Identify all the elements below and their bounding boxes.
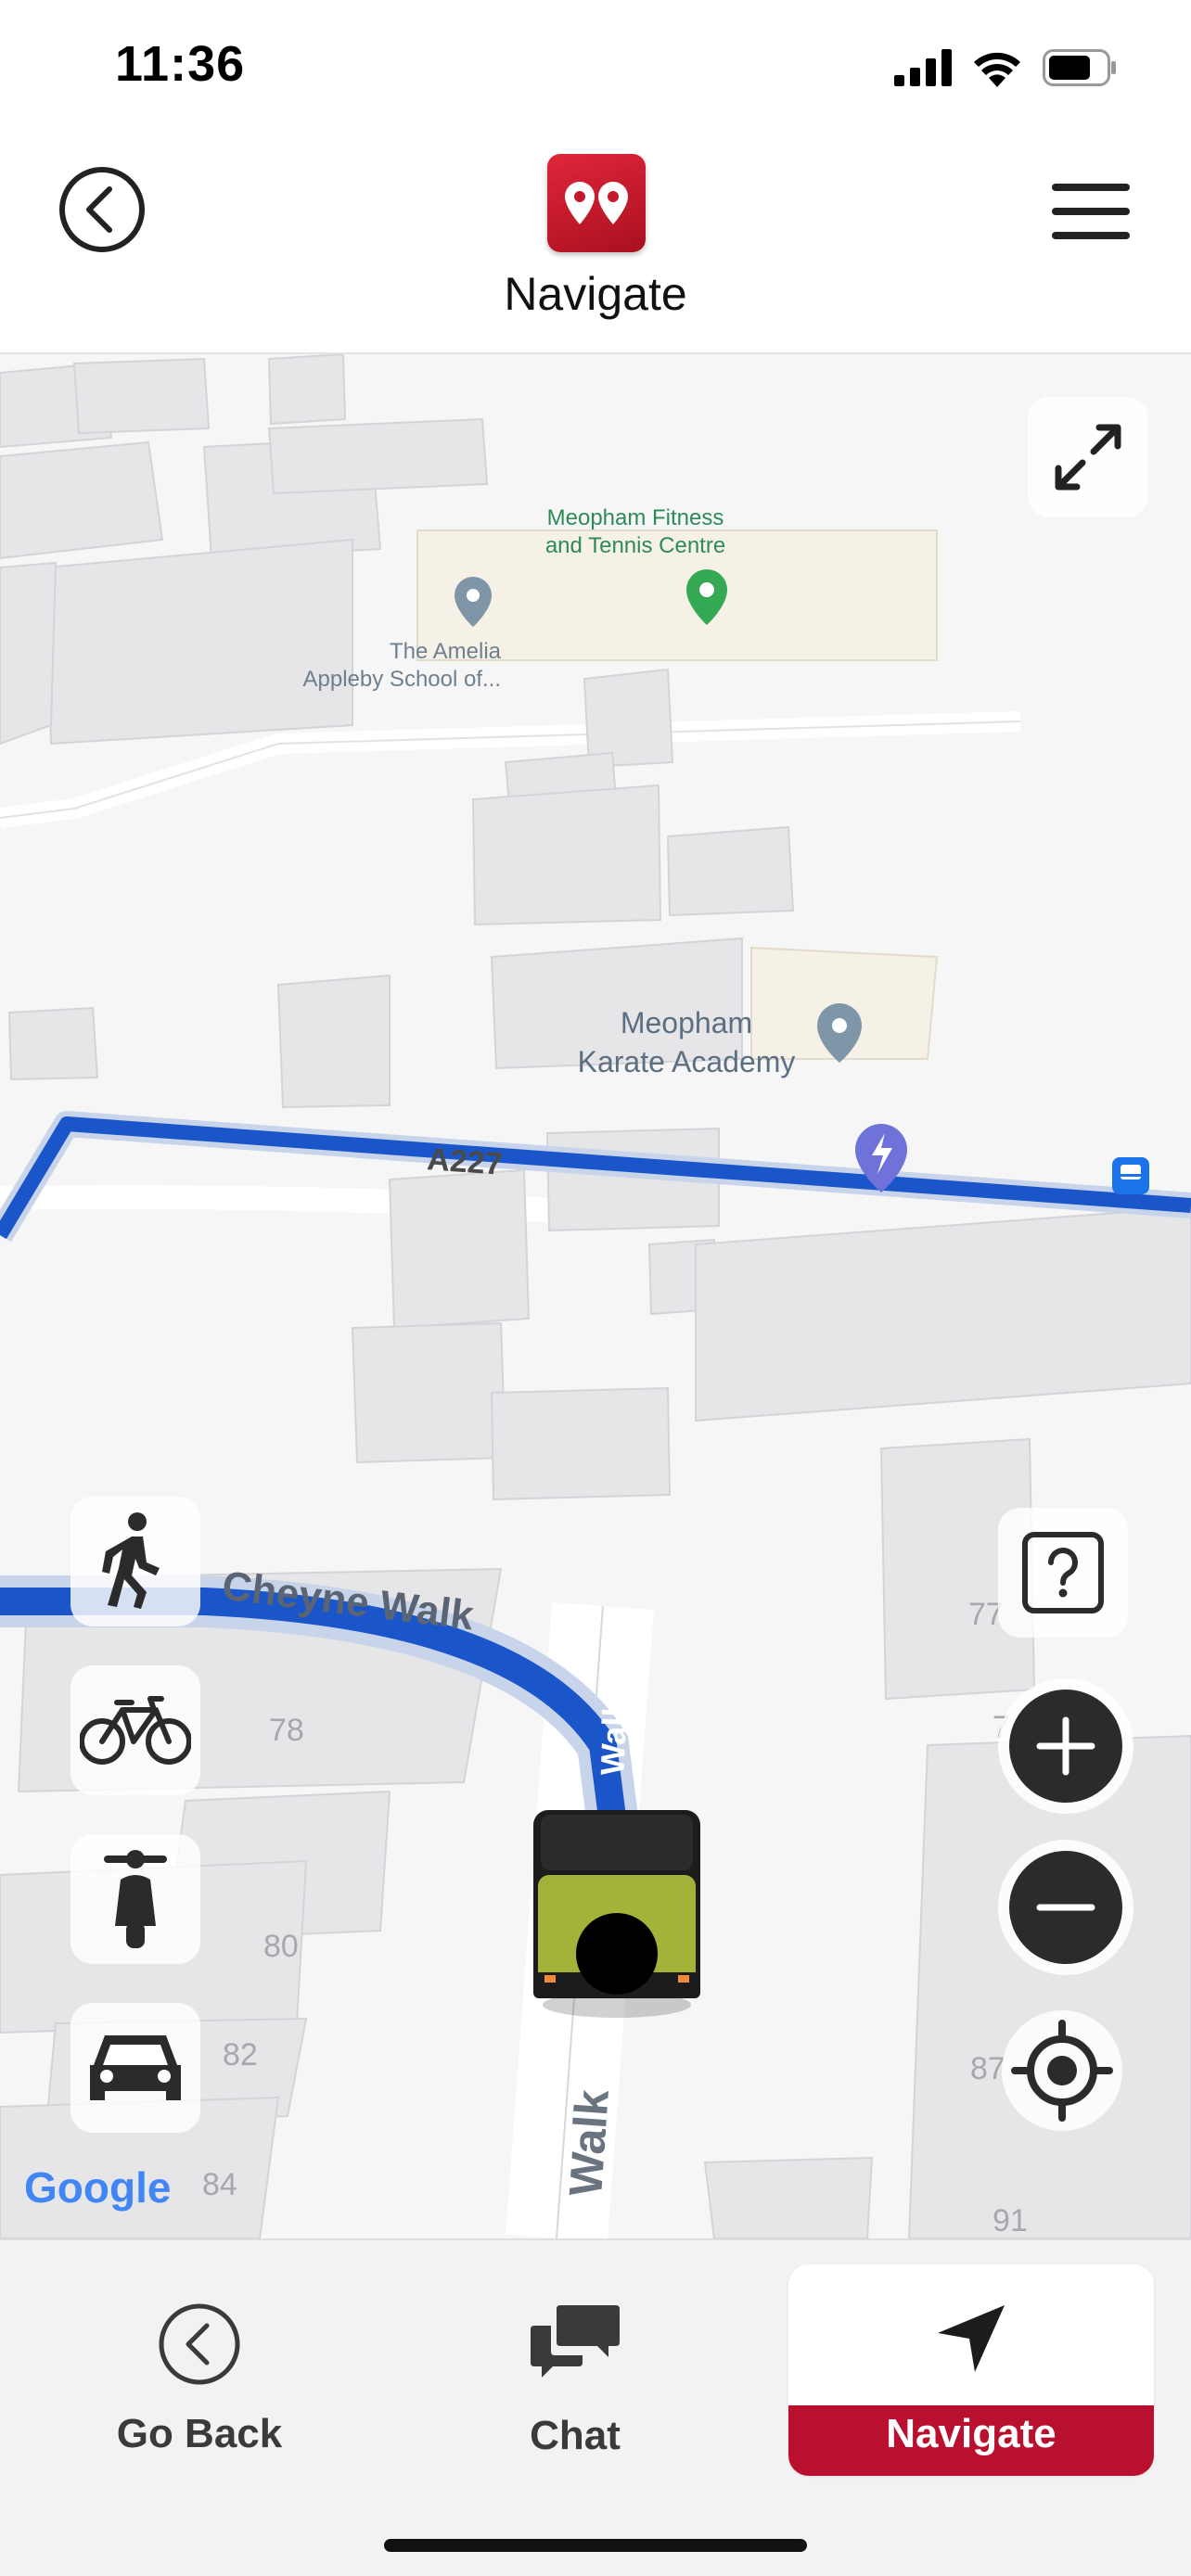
recenter-button[interactable] xyxy=(1002,2010,1122,2131)
navigate-label: Navigate xyxy=(886,2411,1057,2456)
navigation-arrow-icon xyxy=(938,2305,1005,2372)
house-number-78: 78 xyxy=(269,1713,304,1748)
chat-icon xyxy=(531,2305,620,2378)
go-back-tab[interactable]: Go Back xyxy=(93,2264,306,2476)
vehicle-position-marker xyxy=(533,1810,700,2018)
signal-icon xyxy=(894,49,952,86)
house-number-87: 87 xyxy=(970,2051,1005,2086)
header-back-button[interactable] xyxy=(58,165,147,254)
road-label-walk-lower: Walk xyxy=(559,2087,619,2199)
bicycle-icon xyxy=(80,1696,191,1765)
map-view[interactable]: Meopham Fitness and Tennis Centre The Am… xyxy=(0,354,1191,2238)
house-number-80: 80 xyxy=(263,1929,299,1964)
house-number-84: 84 xyxy=(202,2167,237,2202)
crosshair-icon xyxy=(1011,2020,1113,2122)
question-icon xyxy=(1022,1532,1104,1613)
poi-label-fitness[interactable]: Meopham Fitness and Tennis Centre xyxy=(519,504,751,560)
home-indicator[interactable] xyxy=(384,2539,807,2552)
fullscreen-button[interactable] xyxy=(1028,397,1148,517)
road-label-walk-upper: Walk xyxy=(593,1697,634,1777)
road-label-a227: A227 xyxy=(426,1141,504,1182)
scooter-icon xyxy=(104,1850,167,1948)
walk-icon xyxy=(102,1512,160,1609)
house-number-7: 7 xyxy=(992,1710,1010,1745)
google-attribution: Google xyxy=(24,2163,172,2212)
zoom-in-button[interactable] xyxy=(1009,1690,1122,1803)
car-icon xyxy=(90,2035,181,2100)
wifi-icon xyxy=(974,52,1020,87)
app-logo xyxy=(547,154,646,252)
status-bar: 11:36 xyxy=(0,0,1191,130)
poi-label-karate[interactable]: Meopham Karate Academy xyxy=(557,1003,816,1081)
travel-mode-walk[interactable] xyxy=(70,1497,200,1626)
expand-icon xyxy=(1055,424,1121,491)
house-number-82: 82 xyxy=(223,2037,258,2072)
help-button[interactable] xyxy=(998,1508,1128,1638)
pin-logo-icon xyxy=(565,182,628,224)
plus-icon xyxy=(1036,1716,1095,1776)
minus-icon xyxy=(1036,1904,1095,1911)
bottom-navigation: Go Back Chat Navigate xyxy=(0,2238,1191,2576)
bus-stop-icon[interactable] xyxy=(1112,1157,1149,1194)
navigate-tab[interactable]: Navigate xyxy=(788,2264,1154,2476)
travel-mode-scooter[interactable] xyxy=(70,1834,200,1964)
travel-mode-car[interactable] xyxy=(70,2003,200,2133)
poi-label-school[interactable]: The Amelia Appleby School of... xyxy=(278,638,501,694)
go-back-label: Go Back xyxy=(116,2411,283,2456)
status-time: 11:36 xyxy=(115,36,246,92)
travel-mode-bicycle[interactable] xyxy=(70,1665,200,1795)
chat-tab[interactable]: Chat xyxy=(482,2264,668,2476)
battery-icon xyxy=(1043,49,1116,86)
hamburger-menu-icon[interactable] xyxy=(1050,178,1132,245)
back-circle-icon xyxy=(159,2303,240,2385)
chat-label: Chat xyxy=(530,2413,621,2458)
page-title: Navigate xyxy=(504,268,687,320)
app-header: Navigate xyxy=(0,130,1191,354)
house-number-91: 91 xyxy=(992,2203,1028,2238)
zoom-out-button[interactable] xyxy=(1009,1851,1122,1964)
app-screen: 11:36 Navigate Meopham Fitness and Tenni… xyxy=(0,0,1191,2576)
status-icons xyxy=(894,45,1117,91)
